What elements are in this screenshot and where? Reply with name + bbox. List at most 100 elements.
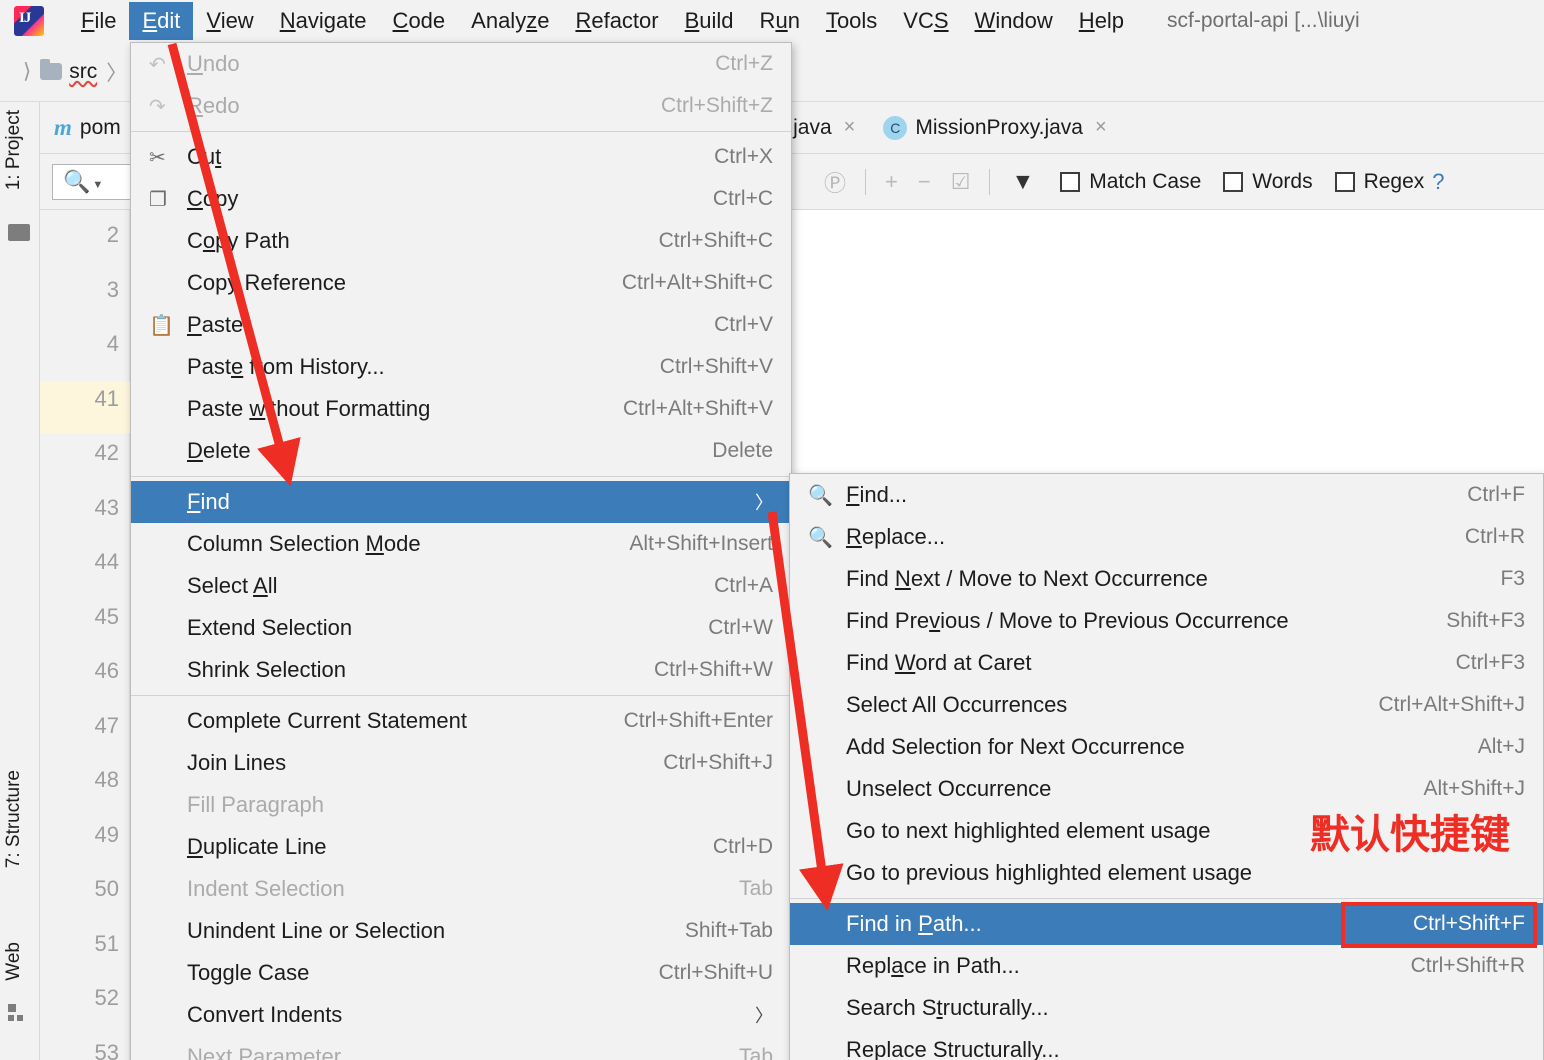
structure-icon	[8, 1004, 28, 1027]
menu-item-shortcut: Ctrl+Shift+U	[658, 961, 773, 984]
toolbar-divider	[865, 168, 867, 195]
menubar-item-analyze[interactable]: Analyze	[458, 2, 562, 40]
menubar-item-window[interactable]: Window	[962, 2, 1066, 40]
menu-item-convert-indents[interactable]: Convert Indents 〉	[131, 994, 791, 1036]
menu-item-toggle-case[interactable]: Toggle Case Ctrl+Shift+U	[131, 952, 791, 994]
menu-item-paste-without-formatting[interactable]: Paste without Formatting Ctrl+Alt+Shift+V	[131, 388, 791, 430]
menubar-item-help[interactable]: Help	[1066, 2, 1137, 40]
menu-divider	[790, 898, 1543, 899]
menu-item-label: Copy Path	[187, 228, 290, 253]
folder-icon	[8, 224, 30, 241]
find-menu-item-replace[interactable]: 🔍 Replace... Ctrl+R	[790, 516, 1543, 558]
menu-item-complete-current-statement[interactable]: Complete Current Statement Ctrl+Shift+Ent…	[131, 700, 791, 742]
menu-item-find[interactable]: Find 〉	[131, 481, 791, 523]
menubar-item-tools[interactable]: Tools	[813, 2, 890, 40]
breadcrumb-item-src[interactable]: src	[40, 59, 98, 84]
menubar-item-run[interactable]: Run	[747, 2, 813, 40]
menu-item-shortcut: Ctrl+Shift+Z	[660, 94, 773, 117]
checkbox-words[interactable]: Words	[1223, 169, 1313, 194]
menu-item-unindent-line-or-selection[interactable]: Unindent Line or Selection Shift+Tab	[131, 910, 791, 952]
gutter-line-number: 48	[94, 767, 119, 792]
menubar-item-file[interactable]: File	[68, 2, 129, 40]
menu-item-shortcut: Ctrl+Alt+Shift+C	[621, 271, 773, 294]
menu-item-label: Paste	[187, 312, 244, 337]
menu-item-select-all[interactable]: Select All Ctrl+A	[131, 565, 791, 607]
find-menu-item-find-next-move-to-next-occurrence[interactable]: Find Next / Move to Next Occurrence F3	[790, 558, 1543, 600]
intellij-idea-logo-icon: IJ	[14, 6, 44, 36]
find-menu-item-unselect-occurrence[interactable]: Unselect Occurrence Alt+Shift+J	[790, 768, 1543, 810]
tab-missionproxy-java[interactable]: C MissionProxy.java ×	[869, 115, 1120, 140]
menu-item-label: Fill Paragraph	[187, 792, 324, 817]
menu-item-label: Toggle Case	[187, 960, 310, 985]
find-menu-item-find-previous-move-to-previous-occurrence[interactable]: Find Previous / Move to Previous Occurre…	[790, 600, 1543, 642]
editor-gutter: 2 3 4 41 42 43 44 45 46 47 48 49 50 51 52 53	[40, 210, 130, 1060]
menu-item-shortcut: Ctrl+V	[714, 313, 773, 336]
help-icon[interactable]: ?	[1432, 169, 1444, 195]
menu-item-paste[interactable]: 📋 Paste Ctrl+V	[131, 304, 791, 346]
menu-item-copy-path[interactable]: Copy Path Ctrl+Shift+C	[131, 220, 791, 262]
select-all-icon[interactable]: ☑	[951, 169, 971, 195]
menu-item-paste-from-history[interactable]: Paste from History... Ctrl+Shift+V	[131, 346, 791, 388]
find-menu-item-go-to-next-highlighted-element-usage[interactable]: Go to next highlighted element usage	[790, 810, 1543, 852]
close-icon[interactable]: ×	[1095, 116, 1107, 139]
sidebar-item-web[interactable]: Web	[3, 942, 25, 981]
find-menu-item-replace-in-path[interactable]: Replace in Path... Ctrl+Shift+R	[790, 945, 1543, 987]
menu-item-shortcut: Ctrl+Shift+V	[659, 355, 773, 378]
chevron-down-icon[interactable]: ▼	[92, 179, 103, 191]
menu-item-shortcut: Ctrl+Alt+Shift+V	[623, 397, 773, 420]
checkbox-regex[interactable]: Regex	[1334, 170, 1424, 194]
sidebar-item-structure[interactable]: 7: Structure	[3, 770, 25, 868]
menu-item-shortcut: Shift+F3	[1446, 609, 1525, 632]
breadcrumb-label: src	[69, 59, 98, 83]
close-icon[interactable]: ×	[844, 116, 856, 139]
find-menu-item-find-word-at-caret[interactable]: Find Word at Caret Ctrl+F3	[790, 642, 1543, 684]
menubar-item-code[interactable]: Code	[380, 2, 459, 40]
menu-item-shrink-selection[interactable]: Shrink Selection Ctrl+Shift+W	[131, 649, 791, 691]
menu-divider	[131, 131, 791, 132]
checkbox-match-case[interactable]: Match Case	[1060, 170, 1201, 194]
menu-item-column-selection-mode[interactable]: Column Selection Mode Alt+Shift+Insert	[131, 523, 791, 565]
menu-item-label: Unselect Occurrence	[846, 776, 1052, 801]
menubar-item-navigate[interactable]: Navigate	[267, 2, 380, 40]
menubar-item-vcs[interactable]: VCS	[890, 2, 961, 40]
sidebar-item-project[interactable]: 1: Project	[3, 110, 25, 190]
menubar-item-build[interactable]: Build	[672, 2, 747, 40]
menu-item-label: Unindent Line or Selection	[187, 918, 446, 943]
filter-icon[interactable]: ▼	[1011, 168, 1034, 195]
find-submenu[interactable]: 🔍 Find... Ctrl+F 🔍 Replace... Ctrl+R Find Next…	[789, 473, 1544, 1060]
collapse-all-icon[interactable]: −	[918, 169, 931, 195]
menu-item-label: Search Structurally...	[846, 995, 1049, 1020]
menu-item-copy[interactable]: ❐ Copy Ctrl+C	[131, 178, 791, 220]
menubar-item-edit[interactable]: Edit	[129, 2, 194, 40]
menu-item-copy-reference[interactable]: Copy Reference Ctrl+Alt+Shift+C	[131, 262, 791, 304]
menu-item-label: Replace in Path...	[846, 953, 1020, 978]
find-menu-item-find-in-path[interactable]: Find in Path... Ctrl+Shift+F	[790, 903, 1543, 945]
menu-item-shortcut: Alt+J	[1477, 735, 1525, 758]
find-menu-item-go-to-previous-highlighted-element-usage[interactable]: Go to previous highlighted element usage	[790, 852, 1543, 894]
menu-item-label: Replace...	[846, 524, 946, 549]
find-usages-icon[interactable]: Ⓟ	[824, 166, 846, 198]
menu-item-shortcut: Ctrl+Shift+R	[1410, 954, 1525, 977]
menu-item-cut[interactable]: ✂ Cut Ctrl+X	[131, 136, 791, 178]
menu-item-extend-selection[interactable]: Extend Selection Ctrl+W	[131, 607, 791, 649]
gutter-line-number: 51	[94, 930, 119, 956]
gutter-line-number: 4	[106, 331, 119, 356]
find-menu-item-replace-structurally[interactable]: Replace Structurally...	[790, 1029, 1543, 1060]
tab-pom[interactable]: m pom	[40, 115, 135, 141]
menu-item-label: Find	[187, 489, 230, 514]
menu-item-shortcut: Ctrl+C	[712, 187, 773, 210]
expand-all-icon[interactable]: +	[885, 169, 898, 195]
menu-item-join-lines[interactable]: Join Lines Ctrl+Shift+J	[131, 742, 791, 784]
menu-item-duplicate-line[interactable]: Duplicate Line Ctrl+D	[131, 826, 791, 868]
find-menu-item-select-all-occurrences[interactable]: Select All Occurrences Ctrl+Alt+Shift+J	[790, 684, 1543, 726]
menubar-item-refactor[interactable]: Refactor	[562, 2, 671, 40]
menubar-item-view[interactable]: View	[193, 2, 266, 40]
menu-item-delete[interactable]: Delete Delete	[131, 430, 791, 472]
find-menu-item-add-selection-for-next-occurrence[interactable]: Add Selection for Next Occurrence Alt+J	[790, 726, 1543, 768]
edit-dropdown-menu[interactable]: ↶ Undo Ctrl+Z ↷ Redo Ctrl+Shift+Z ✂ Cut Ctrl+X ❐ C…	[130, 42, 792, 1060]
menu-item-shortcut: Ctrl+F3	[1455, 651, 1525, 674]
checkbox-label: Words	[1252, 169, 1313, 193]
find-menu-item-find[interactable]: 🔍 Find... Ctrl+F	[790, 474, 1543, 516]
find-menu-item-search-structurally[interactable]: Search Structurally...	[790, 987, 1543, 1029]
class-icon: C	[883, 115, 908, 140]
